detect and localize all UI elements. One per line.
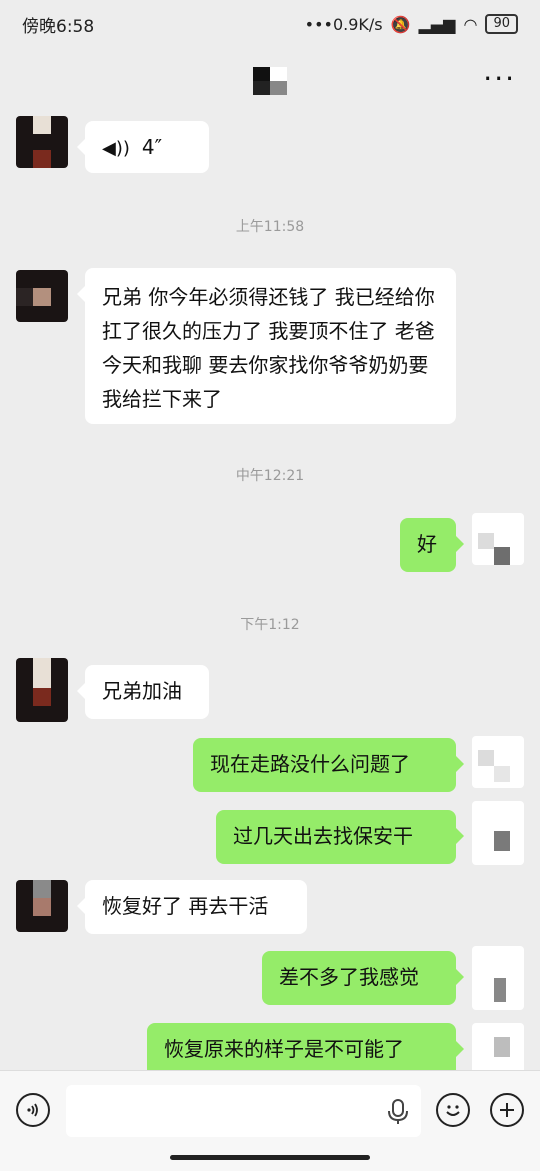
more-dots-icon[interactable]: ··· [483, 65, 516, 93]
status-bar: 傍晚6:58 •••0.9K/s 🔕 ▂▄▆ ◠ 90 [0, 0, 540, 48]
message-bubble[interactable]: 差不多了我感觉 [262, 951, 464, 1005]
battery-icon: 90 [485, 14, 518, 34]
contact-title-avatar[interactable] [253, 67, 287, 95]
contact-avatar[interactable] [16, 116, 68, 168]
voice-icon[interactable] [16, 1093, 50, 1127]
bell-muted-icon: 🔕 [390, 14, 411, 34]
my-avatar[interactable] [472, 513, 524, 565]
chat-list[interactable]: ◀)) 4″ 上午11:58 兄弟 你今年必须得还钱了 我已经给你扛了很久的压力了… [0, 108, 540, 1070]
my-avatar[interactable] [472, 736, 524, 788]
timestamp: 中午12:21 [235, 468, 305, 484]
plus-icon[interactable] [490, 1093, 524, 1127]
voice-icon: ◀)) [102, 138, 130, 159]
signal-icon: ▂▄▆ [418, 14, 456, 34]
voice-duration: 4″ [141, 135, 163, 159]
my-avatar[interactable] [472, 801, 524, 865]
my-avatar[interactable] [472, 1023, 524, 1070]
message-bubble[interactable]: 兄弟加油 [77, 665, 209, 719]
timestamp: 下午1:12 [240, 617, 300, 633]
chat-header: ··· [0, 55, 540, 107]
message-bubble[interactable]: 恢复原来的样子是不可能了 [147, 1023, 464, 1070]
network-speed: •••0.9K/s [304, 14, 383, 34]
message-bubble[interactable]: 过几天出去找保安干 [216, 810, 464, 864]
timestamp: 上午11:58 [235, 219, 305, 235]
contact-avatar[interactable] [16, 880, 68, 932]
voice-message[interactable]: ◀)) 4″ [77, 121, 209, 173]
message-bubble[interactable]: 现在走路没什么问题了 [193, 738, 464, 792]
message-bubble[interactable]: 兄弟 你今年必须得还钱了 我已经给你扛了很久的压力了 我要顶不住了 老爸今天和我… [77, 268, 456, 424]
microphone-icon[interactable] [386, 1099, 410, 1125]
contact-avatar[interactable] [16, 270, 68, 322]
status-icons: •••0.9K/s 🔕 ▂▄▆ ◠ 90 [305, 14, 518, 34]
message-bubble[interactable]: 好 [400, 518, 464, 572]
contact-avatar[interactable] [16, 658, 68, 722]
status-time: 傍晚6:58 [22, 16, 95, 37]
emoji-icon[interactable] [436, 1093, 470, 1127]
wifi-icon: ◠ [463, 14, 478, 34]
my-avatar[interactable] [472, 946, 524, 1010]
message-bubble[interactable]: 恢复好了 再去干活 [77, 880, 307, 934]
home-indicator[interactable] [170, 1155, 370, 1160]
message-input[interactable] [66, 1085, 421, 1137]
